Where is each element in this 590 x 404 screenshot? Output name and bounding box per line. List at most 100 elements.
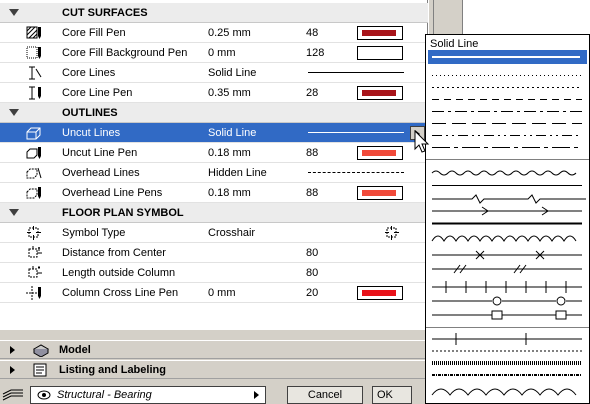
line-type-preview[interactable] xyxy=(308,132,404,133)
cancel-button[interactable]: Cancel xyxy=(287,386,363,404)
row-label: Length outside Column xyxy=(62,267,176,279)
pen-color-swatch[interactable] xyxy=(357,186,403,200)
pen-color-swatch[interactable] xyxy=(357,86,403,100)
line-option-cross xyxy=(432,250,582,260)
listing-icon xyxy=(33,363,47,377)
group-label: Listing and Labeling xyxy=(59,364,166,376)
settings-panel: CUT SURFACES Core Fill Pen 0.25 mm 48 Co… xyxy=(0,0,428,330)
line-option-wave xyxy=(431,170,577,176)
row-label: Symbol Type xyxy=(62,227,126,239)
row-value: 0.18 mm xyxy=(208,187,251,199)
pen-number[interactable]: 48 xyxy=(306,27,318,39)
mouse-cursor-icon xyxy=(414,130,430,153)
collapse-triangle-icon[interactable] xyxy=(9,209,19,216)
line-option-double-tick xyxy=(432,264,582,274)
line-option-break xyxy=(432,194,586,204)
row-overhead-line-pens[interactable]: Overhead Line Pens 0.18 mm 88 xyxy=(0,183,428,203)
pen-number[interactable]: 88 xyxy=(306,187,318,199)
row-label: Uncut Line Pen xyxy=(62,147,138,159)
line-type-preview[interactable] xyxy=(308,72,404,73)
crosshair-symbol-icon xyxy=(27,226,41,240)
row-label: Core Line Pen xyxy=(62,87,133,99)
collapse-triangle-icon[interactable] xyxy=(9,9,19,16)
overhead-line-pen-icon xyxy=(26,187,41,199)
section-outlines[interactable]: OUTLINES xyxy=(0,103,428,123)
section-title: FLOOR PLAN SYMBOL xyxy=(62,207,184,219)
row-uncut-line-pen[interactable]: Uncut Line Pen 0.18 mm 88 xyxy=(0,143,428,163)
fill-background-icon xyxy=(26,46,41,59)
core-line-pen-icon xyxy=(29,86,41,100)
row-value: 0 mm xyxy=(208,287,236,299)
pen-color-swatch[interactable] xyxy=(357,146,403,160)
length-icon xyxy=(28,266,42,278)
section-cut-surfaces[interactable]: CUT SURFACES xyxy=(0,3,428,23)
row-value: Solid Line xyxy=(208,127,257,139)
row-value: 0.35 mm xyxy=(208,87,251,99)
row-core-fill-bg-pen[interactable]: Core Fill Background Pen 0 mm 128 xyxy=(0,43,428,63)
row-uncut-lines[interactable]: Uncut Lines Solid Line xyxy=(0,123,428,143)
line-type-preview[interactable] xyxy=(308,172,404,173)
row-label: Distance from Center xyxy=(62,247,166,259)
row-symbol-type[interactable]: Symbol Type Crosshair xyxy=(0,223,428,243)
pen-number[interactable]: 20 xyxy=(306,287,318,299)
pen-color-swatch[interactable] xyxy=(357,286,403,300)
section-title: OUTLINES xyxy=(62,107,118,119)
expand-arrow-icon[interactable] xyxy=(10,366,15,374)
row-label: Overhead Lines xyxy=(62,167,140,179)
favorites-value: Structural - Bearing xyxy=(57,389,152,401)
line-option-rail xyxy=(432,281,582,293)
row-core-lines[interactable]: Core Lines Solid Line xyxy=(0,63,428,83)
row-value: Hidden Line xyxy=(208,167,267,179)
row-label: Core Fill Pen xyxy=(62,27,126,39)
pen-color-swatch[interactable] xyxy=(357,26,403,40)
row-core-fill-pen[interactable]: Core Fill Pen 0.25 mm 48 xyxy=(0,23,428,43)
distance-icon xyxy=(28,246,42,258)
row-overhead-lines[interactable]: Overhead Lines Hidden Line xyxy=(0,163,428,183)
row-label: Overhead Line Pens xyxy=(62,187,163,199)
uncut-line-pen-icon xyxy=(26,147,41,159)
collapse-triangle-icon[interactable] xyxy=(9,109,19,116)
expand-arrow-icon[interactable] xyxy=(10,346,15,354)
row-value: 0.25 mm xyxy=(208,27,251,39)
row-core-line-pen[interactable]: Core Line Pen 0.35 mm 28 xyxy=(0,83,428,103)
line-option-fence xyxy=(432,333,582,345)
row-distance-from-center[interactable]: Distance from Center 80 xyxy=(0,243,428,263)
model-icon xyxy=(32,344,50,357)
group-label: Model xyxy=(59,344,91,356)
line-option-scallop xyxy=(431,235,577,242)
section-floor-plan-symbol[interactable]: FLOOR PLAN SYMBOL xyxy=(0,203,428,223)
group-model[interactable]: Model xyxy=(0,340,428,359)
section-title: CUT SURFACES xyxy=(62,7,148,19)
row-label: Column Cross Line Pen xyxy=(62,287,179,299)
row-value: Crosshair xyxy=(208,227,256,239)
crosshair-preview-icon[interactable] xyxy=(384,226,400,240)
ok-button[interactable]: OK xyxy=(372,386,412,404)
eye-icon xyxy=(37,390,51,400)
row-label: Core Fill Background Pen xyxy=(62,47,188,59)
row-value: 0.18 mm xyxy=(208,147,251,159)
row-length-outside-column[interactable]: Length outside Column 80 xyxy=(0,263,428,283)
row-value: Solid Line xyxy=(208,67,257,79)
overhead-lines-icon xyxy=(26,167,42,179)
favorites-select[interactable]: Structural - Bearing xyxy=(30,386,266,404)
uncut-lines-icon xyxy=(26,127,41,140)
line-type-popup[interactable]: Solid Line xyxy=(425,34,590,404)
row-number[interactable]: 80 xyxy=(306,247,318,259)
pen-number[interactable]: 28 xyxy=(306,87,318,99)
fill-pattern-icon xyxy=(26,26,41,39)
layers-icon xyxy=(2,389,23,401)
row-label: Core Lines xyxy=(62,67,116,79)
pen-color-swatch[interactable] xyxy=(357,46,403,60)
cross-line-pen-icon xyxy=(26,286,41,300)
line-option-cloud xyxy=(431,388,577,396)
line-type-options[interactable] xyxy=(426,35,589,403)
row-column-cross-line-pen[interactable]: Column Cross Line Pen 0 mm 20 xyxy=(0,283,428,303)
core-lines-icon xyxy=(29,66,42,80)
background-window xyxy=(462,0,590,34)
row-label: Uncut Lines xyxy=(62,127,121,139)
line-option-arrow xyxy=(432,206,582,216)
group-listing-labeling[interactable]: Listing and Labeling xyxy=(0,360,428,379)
pen-number[interactable]: 88 xyxy=(306,147,318,159)
row-number[interactable]: 80 xyxy=(306,267,318,279)
pen-number[interactable]: 128 xyxy=(306,47,324,59)
